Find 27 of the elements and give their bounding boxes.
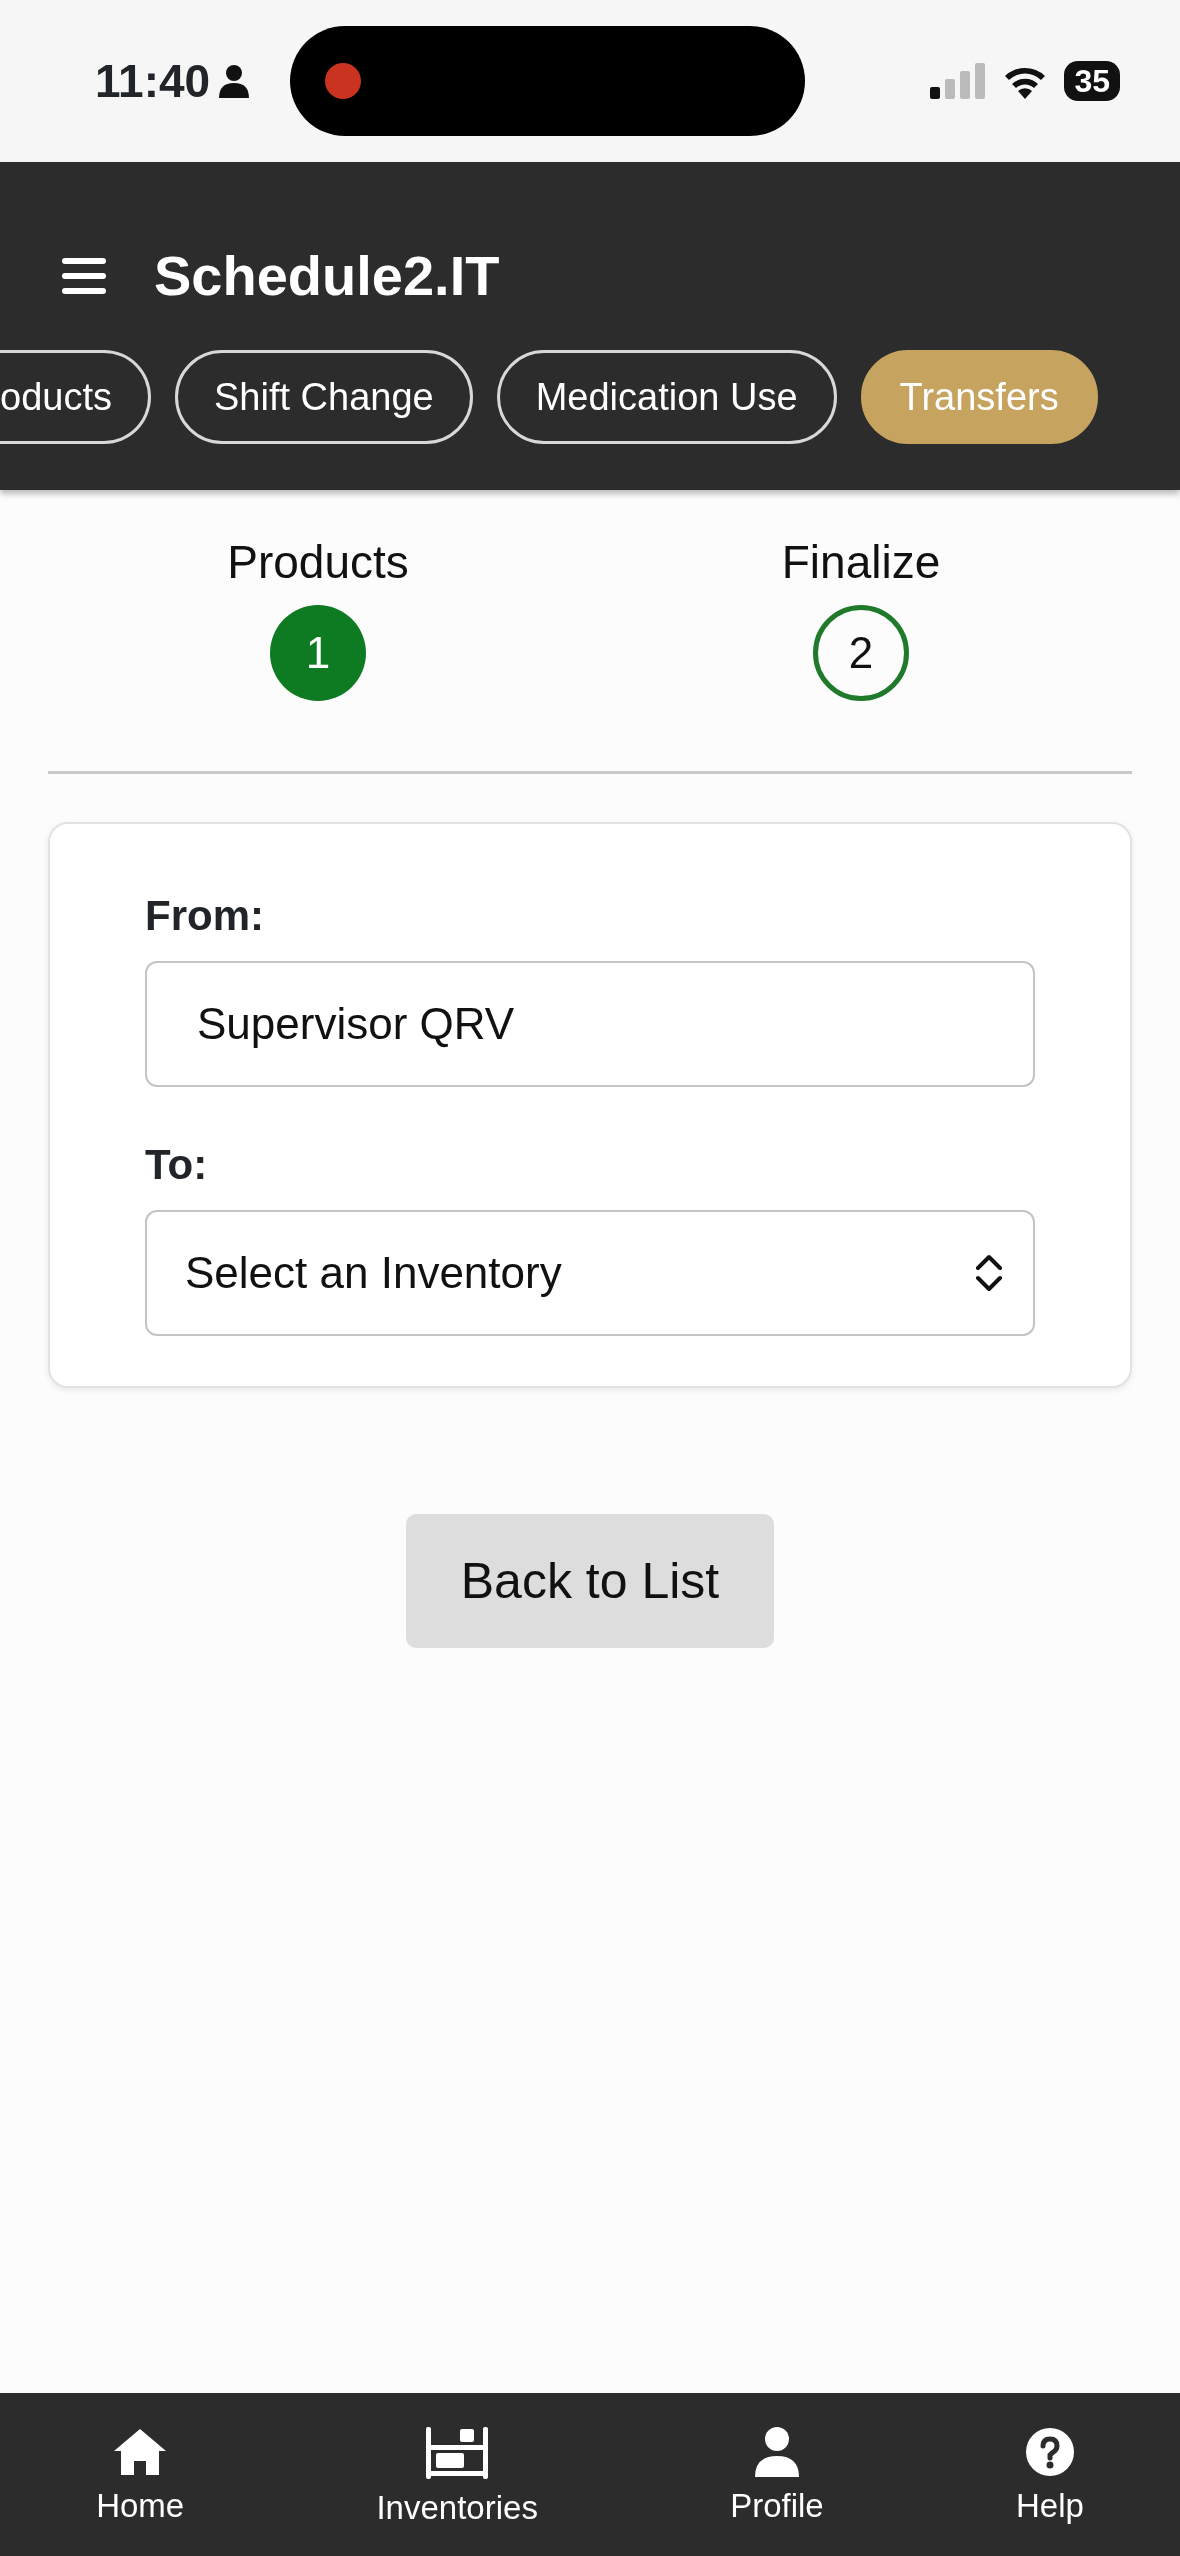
bottom-nav-item[interactable]: Home (0, 2393, 281, 2556)
from-label: From: (145, 891, 265, 941)
person-icon (753, 2427, 800, 2477)
nav-tab[interactable]: Shift Change (174, 350, 473, 444)
shelf-icon (426, 2427, 489, 2479)
nav-tab[interactable]: Medication Use (496, 350, 837, 444)
status-time: 11:40 (95, 53, 211, 109)
battery-level: 35 (1064, 61, 1120, 101)
menu-icon[interactable] (62, 258, 106, 294)
app-title: Schedule2.IT (154, 243, 500, 309)
bottom-nav-item[interactable]: Inventories (280, 2393, 635, 2556)
step-number: 1 (270, 605, 366, 701)
step-label: Finalize (781, 535, 941, 590)
to-label: To: (145, 1140, 209, 1190)
chevron-updown-icon (975, 1253, 1003, 1293)
recording-dot (325, 63, 362, 99)
nav-tab[interactable]: oducts (0, 350, 151, 444)
step-label: Products (227, 535, 409, 590)
back-button[interactable]: Back to List (405, 1514, 775, 1648)
help-icon (1024, 2427, 1075, 2477)
from-field[interactable]: Supervisor QRV (145, 961, 1035, 1087)
step-number: 2 (813, 605, 909, 701)
signal-icon (930, 63, 987, 99)
inventory-select[interactable]: Select an Inventory (145, 1210, 1035, 1336)
bottom-nav-item[interactable]: Profile (634, 2393, 920, 2556)
person-icon (218, 64, 251, 98)
bottom-nav-item[interactable]: Help (919, 2393, 1180, 2556)
